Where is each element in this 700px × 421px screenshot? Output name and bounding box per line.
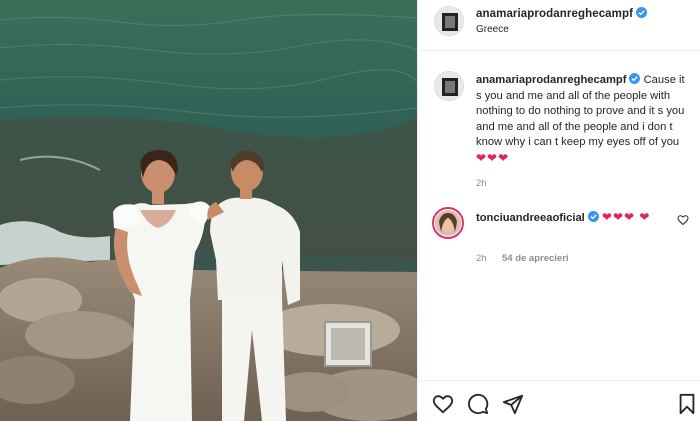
post-photo[interactable] xyxy=(0,0,417,421)
bookmark-icon[interactable] xyxy=(676,393,698,415)
post-side-panel: anamariaprodanreghecampf Greece anamaria… xyxy=(417,0,700,421)
verified-badge-icon xyxy=(629,73,641,84)
comment-text: ❤❤❤ ❤ xyxy=(601,210,651,224)
share-icon[interactable] xyxy=(502,393,524,415)
post-location[interactable]: Greece xyxy=(476,24,509,35)
caption-username[interactable]: anamariaprodanreghecampf xyxy=(476,74,626,86)
comment-username[interactable]: tonciuandreeaoficial xyxy=(476,212,585,224)
comment: tonciuandreeaoficial ❤❤❤ ❤ xyxy=(476,210,672,227)
action-bar xyxy=(418,380,700,421)
verified-badge-icon xyxy=(587,211,599,222)
post-caption: anamariaprodanreghecampf Cause it s you … xyxy=(476,73,688,168)
author-username[interactable]: anamariaprodanreghecampf xyxy=(476,7,648,20)
comment-like-heart-icon[interactable] xyxy=(677,214,689,226)
heart-icon[interactable] xyxy=(432,393,454,415)
photo-illustration xyxy=(0,0,417,421)
comment-time[interactable]: 2h xyxy=(476,253,487,264)
comment-icon[interactable] xyxy=(467,393,489,415)
author-avatar[interactable] xyxy=(434,6,464,36)
caption-hearts: ❤❤❤ xyxy=(476,150,510,165)
post-header: anamariaprodanreghecampf Greece xyxy=(418,0,700,51)
instagram-post: anamariaprodanreghecampf Greece anamaria… xyxy=(0,0,700,421)
comment-likes[interactable]: 54 de aprecieri xyxy=(502,253,569,264)
verified-badge-icon xyxy=(636,7,648,18)
caption-avatar[interactable] xyxy=(434,71,464,101)
caption-time[interactable]: 2h xyxy=(476,178,487,189)
commenter-avatar[interactable] xyxy=(432,207,464,239)
